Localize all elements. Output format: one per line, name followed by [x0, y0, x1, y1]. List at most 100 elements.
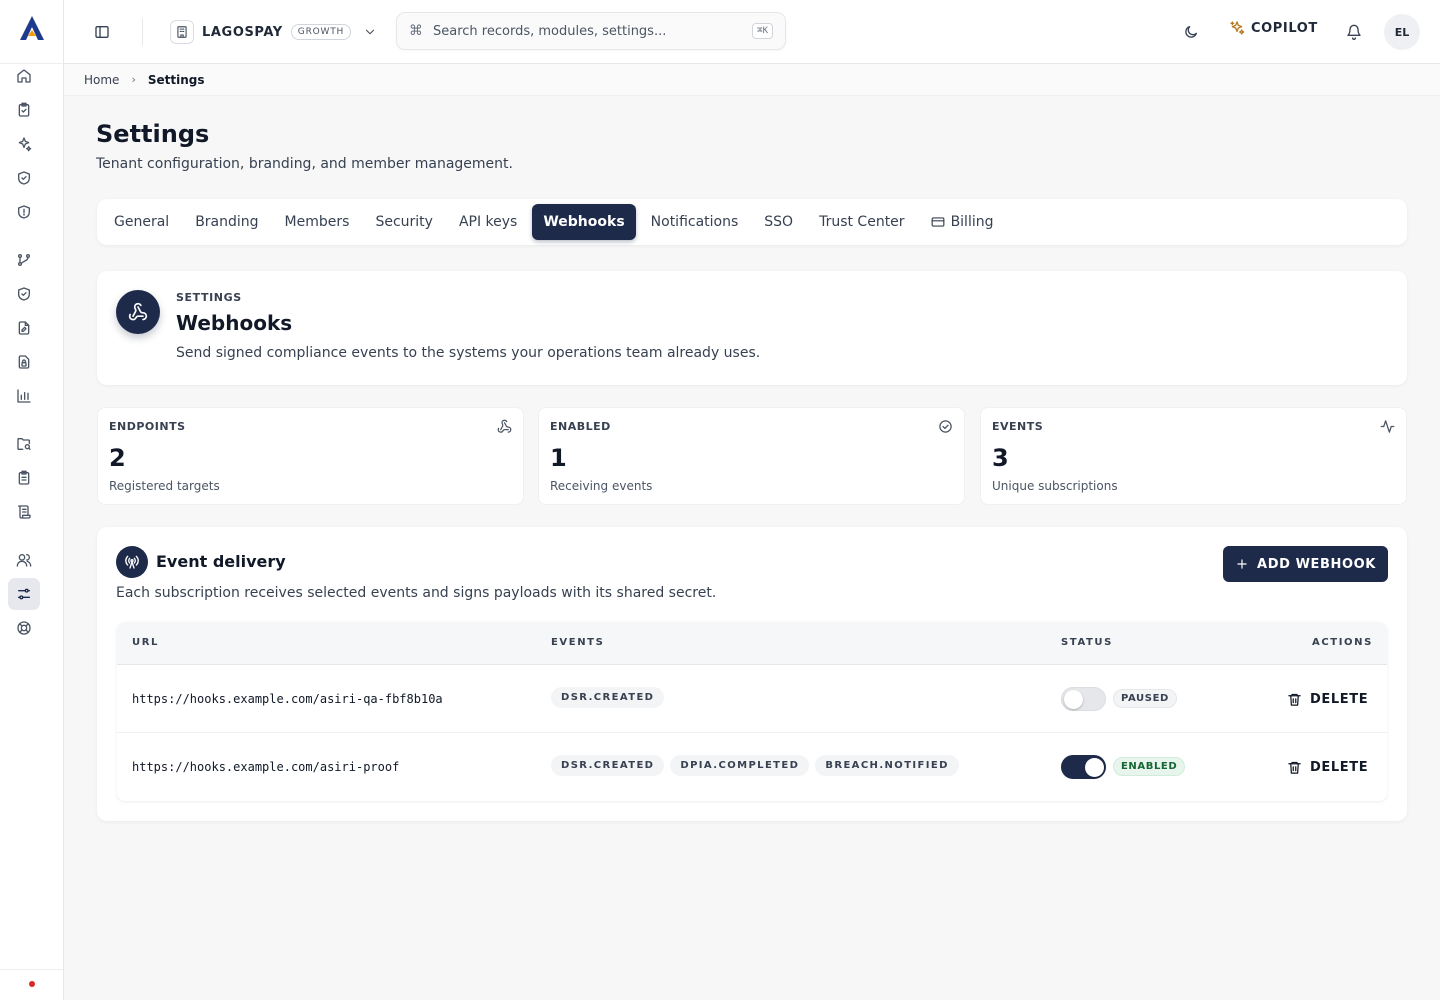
stat-subtext: Unique subscriptions [992, 479, 1118, 493]
stat-label: EVENTS [992, 420, 1044, 433]
nav-life-buoy-icon[interactable] [8, 612, 40, 644]
nav-folder-search-icon[interactable] [8, 428, 40, 460]
tab-webhooks[interactable]: Webhooks [532, 204, 636, 240]
webhook-enabled-toggle[interactable] [1061, 755, 1106, 779]
sidebar [0, 0, 64, 1000]
column-header-status: STATUS [1061, 637, 1113, 648]
delete-webhook-button[interactable]: DELETE [1287, 687, 1368, 711]
webhook-icon [116, 290, 160, 334]
command-icon: ⌘ [409, 23, 423, 39]
stat-subtext: Registered targets [109, 479, 220, 493]
credit-card-icon [931, 217, 944, 227]
event-pills: DSR.CREATED DPIA.COMPLETED BREACH.NOTIFI… [551, 755, 959, 776]
search-shortcut-hint: ⌘K [752, 23, 773, 39]
nav-clipboard-list-icon[interactable] [8, 462, 40, 494]
nav-sparkles-icon[interactable] [8, 128, 40, 160]
column-header-actions: ACTIONS [1312, 637, 1373, 648]
tab-security[interactable]: Security [364, 204, 444, 240]
column-header-url: URL [132, 637, 159, 648]
plus-icon [1237, 559, 1247, 569]
sparkles-icon [1230, 21, 1245, 35]
search-input[interactable] [433, 23, 743, 39]
nav-scroll-icon[interactable] [8, 496, 40, 528]
tab-billing-label: Billing [950, 214, 994, 230]
stat-label: ENDPOINTS [109, 420, 186, 433]
breadcrumb: Home › Settings [64, 64, 1440, 96]
nav-shield-check-icon-2[interactable] [8, 278, 40, 310]
add-webhook-label: ADD WEBHOOK [1257, 556, 1376, 572]
stat-value: 3 [992, 444, 1009, 472]
table-row: https://hooks.example.com/asiri-qa-fbf8b… [117, 665, 1387, 733]
webhooks-table: URL EVENTS STATUS ACTIONS https://hooks.… [117, 622, 1387, 801]
chevron-down-icon [365, 29, 375, 35]
stat-card-endpoints: ENDPOINTS 2 Registered targets [97, 407, 524, 505]
tab-members[interactable]: Members [274, 204, 361, 240]
webhook-icon [497, 419, 512, 433]
nav-bar-chart-icon[interactable] [8, 380, 40, 412]
nav-home-icon[interactable] [8, 60, 40, 92]
delete-webhook-button[interactable]: DELETE [1287, 755, 1368, 779]
tab-general[interactable]: General [103, 204, 180, 240]
stat-value: 2 [109, 444, 126, 472]
status-badge: ENABLED [1113, 757, 1186, 776]
tab-api-keys[interactable]: API keys [448, 204, 528, 240]
moon-icon[interactable] [1179, 20, 1203, 44]
delete-label: DELETE [1310, 759, 1369, 775]
tenant-switcher[interactable]: LAGOSPAY GROWTH [170, 18, 377, 46]
tab-sso[interactable]: SSO [753, 204, 804, 240]
event-pill: BREACH.NOTIFIED [815, 755, 959, 776]
stat-value: 1 [550, 444, 567, 472]
event-pill: DSR.CREATED [551, 687, 665, 708]
copilot-label: COPILOT [1251, 20, 1318, 36]
delete-label: DELETE [1310, 691, 1369, 707]
event-pill: DPIA.COMPLETED [670, 755, 810, 776]
broadcast-icon [116, 546, 148, 578]
settings-tabs: General Branding Members Security API ke… [97, 199, 1407, 245]
check-circle-icon [939, 420, 952, 433]
global-search[interactable]: ⌘ ⌘K [396, 12, 786, 50]
webhooks-header-card: SETTINGS Webhooks Send signed compliance… [97, 271, 1407, 385]
hero-description: Send signed compliance events to the sys… [176, 345, 761, 361]
activity-icon [1380, 420, 1395, 433]
nav-file-edit-icon[interactable] [8, 312, 40, 344]
add-webhook-button[interactable]: ADD WEBHOOK [1223, 546, 1388, 582]
webhook-url: https://hooks.example.com/asiri-qa-fbf8b… [132, 692, 443, 706]
stat-card-enabled: ENABLED 1 Receiving events [538, 407, 965, 505]
user-avatar[interactable]: EL [1384, 14, 1420, 50]
trash-icon [1288, 693, 1301, 706]
tab-notifications[interactable]: Notifications [640, 204, 750, 240]
status-badge: PAUSED [1113, 689, 1177, 708]
column-header-events: EVENTS [551, 637, 605, 648]
table-header: URL EVENTS STATUS ACTIONS [117, 622, 1387, 665]
app-logo[interactable] [16, 14, 48, 42]
nav-settings-sliders-icon[interactable] [8, 578, 40, 610]
breadcrumb-home-link[interactable]: Home [84, 73, 119, 87]
status-indicator-dot [29, 981, 35, 987]
nav-shield-check-icon[interactable] [8, 162, 40, 194]
tab-billing[interactable]: Billing [920, 204, 1005, 240]
stat-subtext: Receiving events [550, 479, 653, 493]
nav-clipboard-check-icon[interactable] [8, 94, 40, 126]
breadcrumb-separator: › [131, 73, 136, 86]
nav-users-icon[interactable] [8, 544, 40, 576]
tab-trust-center[interactable]: Trust Center [808, 204, 915, 240]
tab-branding[interactable]: Branding [184, 204, 269, 240]
nav-git-branch-icon[interactable] [8, 244, 40, 276]
bell-icon[interactable] [1342, 20, 1366, 44]
event-pills: DSR.CREATED [551, 687, 665, 708]
stat-card-events: EVENTS 3 Unique subscriptions [980, 407, 1407, 505]
stat-label: ENABLED [550, 420, 611, 433]
copilot-button[interactable]: COPILOT [1229, 20, 1318, 36]
webhook-enabled-toggle[interactable] [1061, 687, 1106, 711]
nav-file-lock-icon[interactable] [8, 346, 40, 378]
nav-shield-icon[interactable] [8, 196, 40, 228]
plan-badge: GROWTH [290, 24, 352, 40]
hero-eyebrow: SETTINGS [176, 291, 242, 304]
tenant-name: LAGOSPAY [202, 24, 283, 40]
topbar: LAGOSPAY GROWTH ⌘ ⌘K COPILOT EL [64, 0, 1440, 64]
page-subtitle: Tenant configuration, branding, and memb… [96, 156, 513, 172]
event-pill: DSR.CREATED [551, 755, 665, 776]
event-delivery-card: Event delivery Each subscription receive… [97, 527, 1407, 821]
sidebar-toggle-icon[interactable] [90, 20, 114, 44]
event-delivery-title: Event delivery [156, 552, 286, 571]
